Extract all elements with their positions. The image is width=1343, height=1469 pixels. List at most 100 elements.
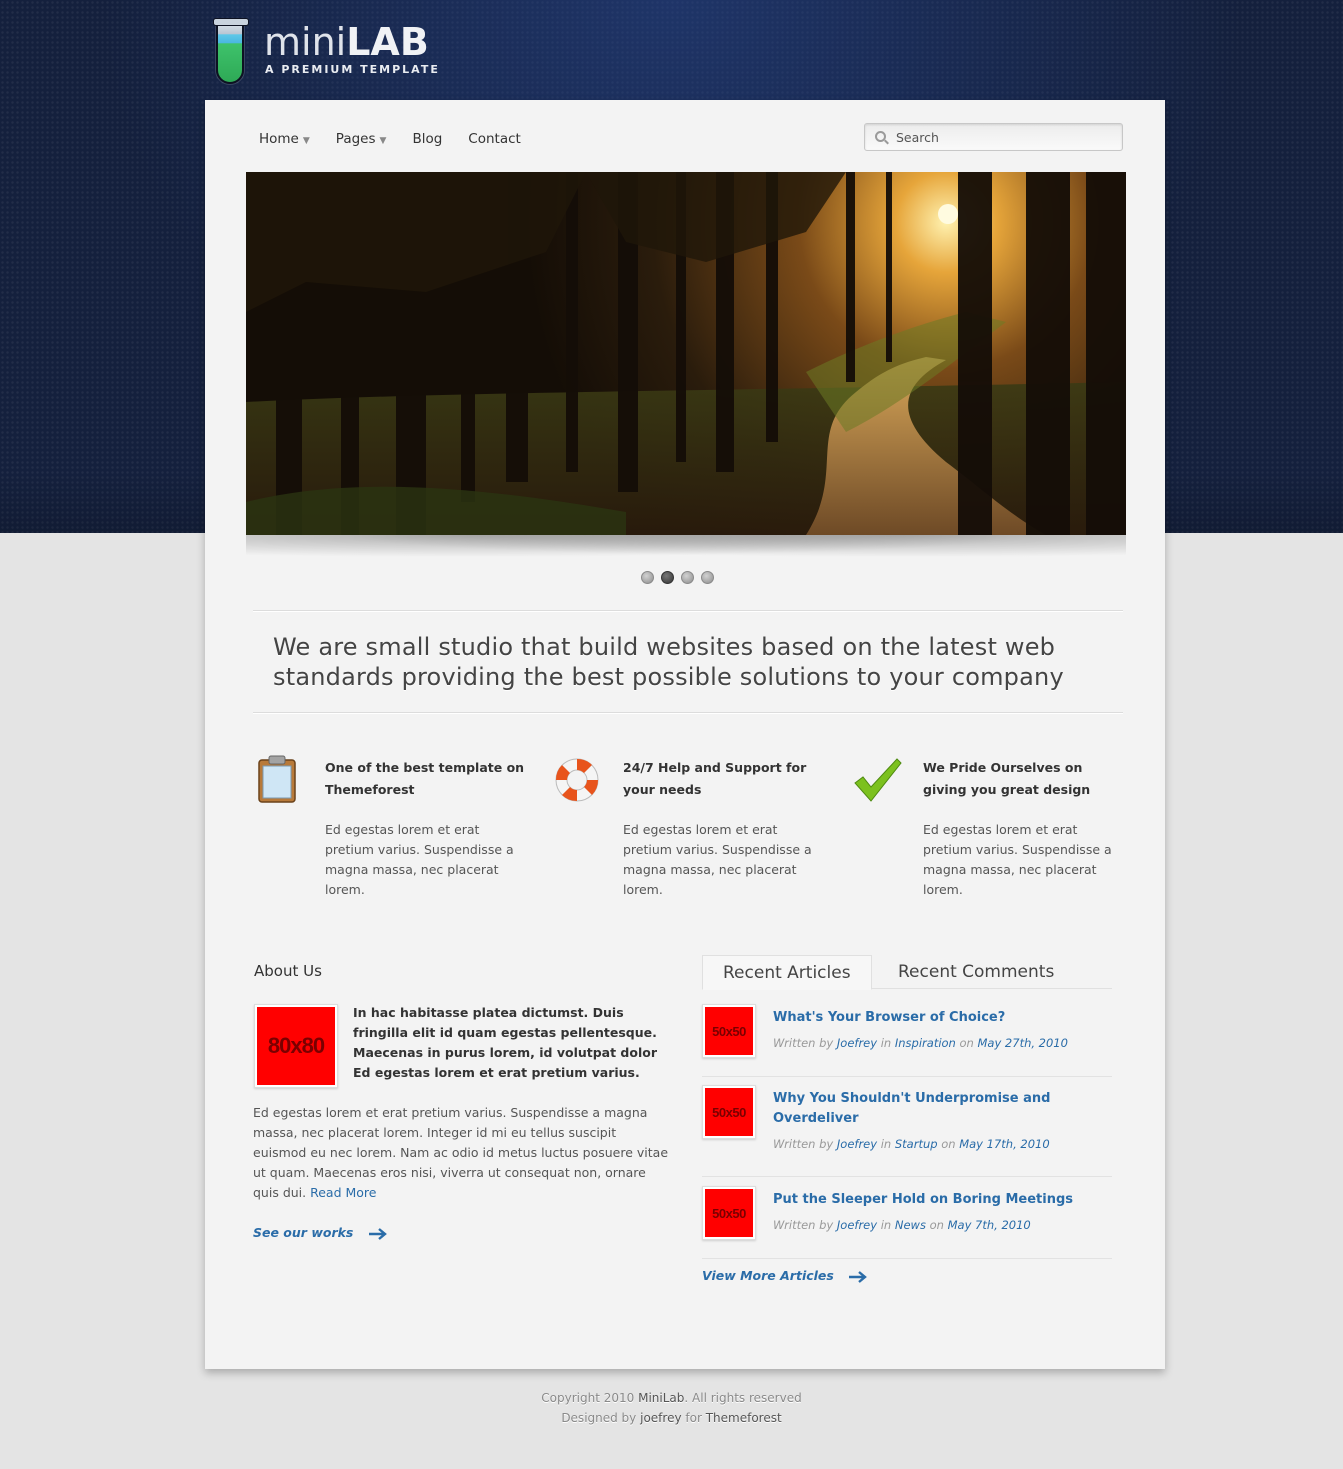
feature-2: 24/7 Help and Support for your needs Ed …	[553, 755, 833, 905]
slide-dot-1[interactable]	[641, 571, 654, 584]
placeholder-label: 50x50	[705, 1007, 753, 1055]
article-date[interactable]: May 7th, 2010	[948, 1218, 1031, 1232]
article-title[interactable]: Why You Shouldn't Underpromise and Overd…	[773, 1089, 1083, 1129]
article-author[interactable]: Joefrey	[837, 1036, 877, 1050]
about-lead: In hac habitasse platea dictumst. Duis f…	[353, 1005, 658, 1080]
nav-contact[interactable]: Contact	[468, 130, 521, 148]
article-thumbnail[interactable]: 50x50	[702, 1085, 756, 1139]
footer-credits: Designed by joefrey for Themeforest	[0, 1408, 1343, 1428]
logo-bold: LAB	[346, 20, 429, 64]
view-more-articles-link[interactable]: View More Articles	[702, 1268, 868, 1283]
read-more-link[interactable]: Read More	[310, 1185, 376, 1200]
footer: Copyright 2010 MiniLab. All rights reser…	[0, 1388, 1343, 1428]
about-body: Ed egestas lorem et erat pretium varius.…	[253, 1103, 668, 1203]
nav-pages[interactable]: Pages ▼	[336, 130, 387, 150]
about-title: About Us	[254, 962, 322, 980]
for-word: for	[685, 1411, 702, 1425]
feature-body: Ed egestas lorem et erat pretium varius.…	[923, 822, 1112, 897]
divider	[253, 610, 1123, 612]
slide-dot-3[interactable]	[681, 571, 694, 584]
article-category[interactable]: Inspiration	[895, 1036, 956, 1050]
article-item: 50x50 What's Your Browser of Choice? Wri…	[702, 995, 1112, 1077]
copyright-suffix: . All rights reserved	[684, 1391, 802, 1405]
article-date[interactable]: May 17th, 2010	[959, 1137, 1049, 1151]
articles-tabs: Recent Articles Recent Comments	[702, 955, 1112, 990]
meta-in: in	[880, 1137, 892, 1151]
feature-title: 24/7 Help and Support for your needs	[623, 760, 807, 797]
tab-recent-articles[interactable]: Recent Articles	[702, 955, 872, 990]
placeholder-label: 80x80	[257, 1007, 335, 1085]
article-meta: Written by Joefrey in News on May 7th, 2…	[773, 1218, 1031, 1232]
forest-path-image	[246, 172, 1126, 535]
footer-copyright: Copyright 2010 MiniLab. All rights reser…	[0, 1388, 1343, 1408]
article-author[interactable]: Joefrey	[837, 1218, 877, 1232]
main-container: Home ▼ Pages ▼ Blog Contact Search We ar…	[205, 100, 1165, 1369]
test-tube-icon	[213, 18, 249, 84]
placeholder-label: 50x50	[705, 1189, 753, 1237]
article-date[interactable]: May 27th, 2010	[978, 1036, 1068, 1050]
article-item: 50x50 Why You Shouldn't Underpromise and…	[702, 1076, 1112, 1177]
main-nav: Home ▼ Pages ▼ Blog Contact	[259, 130, 547, 150]
article-thumbnail[interactable]: 50x50	[702, 1186, 756, 1240]
slider-pagination	[641, 571, 721, 585]
search-box	[864, 123, 1123, 151]
copyright-prefix: Copyright 2010	[541, 1391, 635, 1405]
checkmark-icon	[854, 758, 902, 802]
article-title[interactable]: Put the Sleeper Hold on Boring Meetings	[773, 1190, 1083, 1210]
article-meta: Written by Joefrey in Inspiration on May…	[773, 1036, 1068, 1050]
arrow-right-icon	[368, 1227, 387, 1240]
arrow-right-icon	[849, 1270, 868, 1283]
slide-dot-2[interactable]	[661, 571, 674, 584]
meta-on: on	[941, 1137, 956, 1151]
chevron-down-icon: ▼	[302, 136, 310, 146]
clipboard-icon	[258, 755, 296, 803]
nav-home[interactable]: Home ▼	[259, 130, 310, 150]
article-author[interactable]: Joefrey	[837, 1137, 877, 1151]
logo-tagline: A PREMIUM TEMPLATE	[265, 63, 440, 76]
logo-light: mini	[264, 20, 347, 64]
meta-in: in	[880, 1036, 892, 1050]
intro-text: We are small studio that build websites …	[273, 633, 1064, 691]
see-works-label: See our works	[253, 1225, 354, 1240]
article-title[interactable]: What's Your Browser of Choice?	[773, 1008, 1083, 1028]
meta-written-by: Written by	[773, 1218, 834, 1232]
nav-pages-label: Pages	[335, 131, 376, 147]
search-input[interactable]	[896, 128, 1116, 146]
chevron-down-icon: ▼	[379, 136, 387, 146]
site-logo[interactable]: miniLAB A PREMIUM TEMPLATE	[212, 18, 452, 88]
nav-home-label: Home	[259, 131, 299, 147]
lifebuoy-icon	[555, 758, 599, 802]
article-meta: Written by Joefrey in Startup on May 17t…	[773, 1137, 1050, 1151]
tab-recent-comments[interactable]: Recent Comments	[878, 955, 1074, 989]
meta-written-by: Written by	[773, 1137, 834, 1151]
search-icon[interactable]	[875, 131, 886, 142]
logo-wordmark: miniLAB	[264, 20, 429, 64]
article-thumbnail[interactable]: 50x50	[702, 1004, 756, 1058]
see-works-link[interactable]: See our works	[253, 1225, 388, 1240]
meta-in: in	[880, 1218, 892, 1232]
placeholder-label: 50x50	[705, 1088, 753, 1136]
designer-link[interactable]: joefrey	[640, 1411, 681, 1425]
slide-dot-4[interactable]	[701, 571, 714, 584]
meta-on: on	[929, 1218, 944, 1232]
feature-body: Ed egestas lorem et erat pretium varius.…	[325, 822, 514, 897]
hero-slider[interactable]	[246, 172, 1126, 535]
feature-3: We Pride Ourselves on giving you great d…	[853, 755, 1133, 905]
marketplace-link[interactable]: Themeforest	[706, 1411, 782, 1425]
article-category[interactable]: Startup	[895, 1137, 938, 1151]
view-more-label: View More Articles	[702, 1268, 834, 1283]
divider	[253, 712, 1123, 714]
footer-site-link[interactable]: MiniLab	[638, 1391, 684, 1405]
meta-written-by: Written by	[773, 1036, 834, 1050]
article-category[interactable]: News	[895, 1218, 926, 1232]
nav-blog[interactable]: Blog	[412, 130, 442, 148]
feature-body: Ed egestas lorem et erat pretium varius.…	[623, 822, 812, 897]
feature-title: One of the best template on Themeforest	[325, 760, 525, 797]
feature-title: We Pride Ourselves on giving you great d…	[923, 760, 1091, 797]
article-item: 50x50 Put the Sleeper Hold on Boring Mee…	[702, 1177, 1112, 1259]
designed-prefix: Designed by	[561, 1411, 637, 1425]
meta-on: on	[959, 1036, 974, 1050]
about-thumbnail: 80x80	[254, 1004, 338, 1088]
slider-shadow	[246, 535, 1126, 561]
feature-1: One of the best template on Themeforest …	[255, 755, 535, 905]
